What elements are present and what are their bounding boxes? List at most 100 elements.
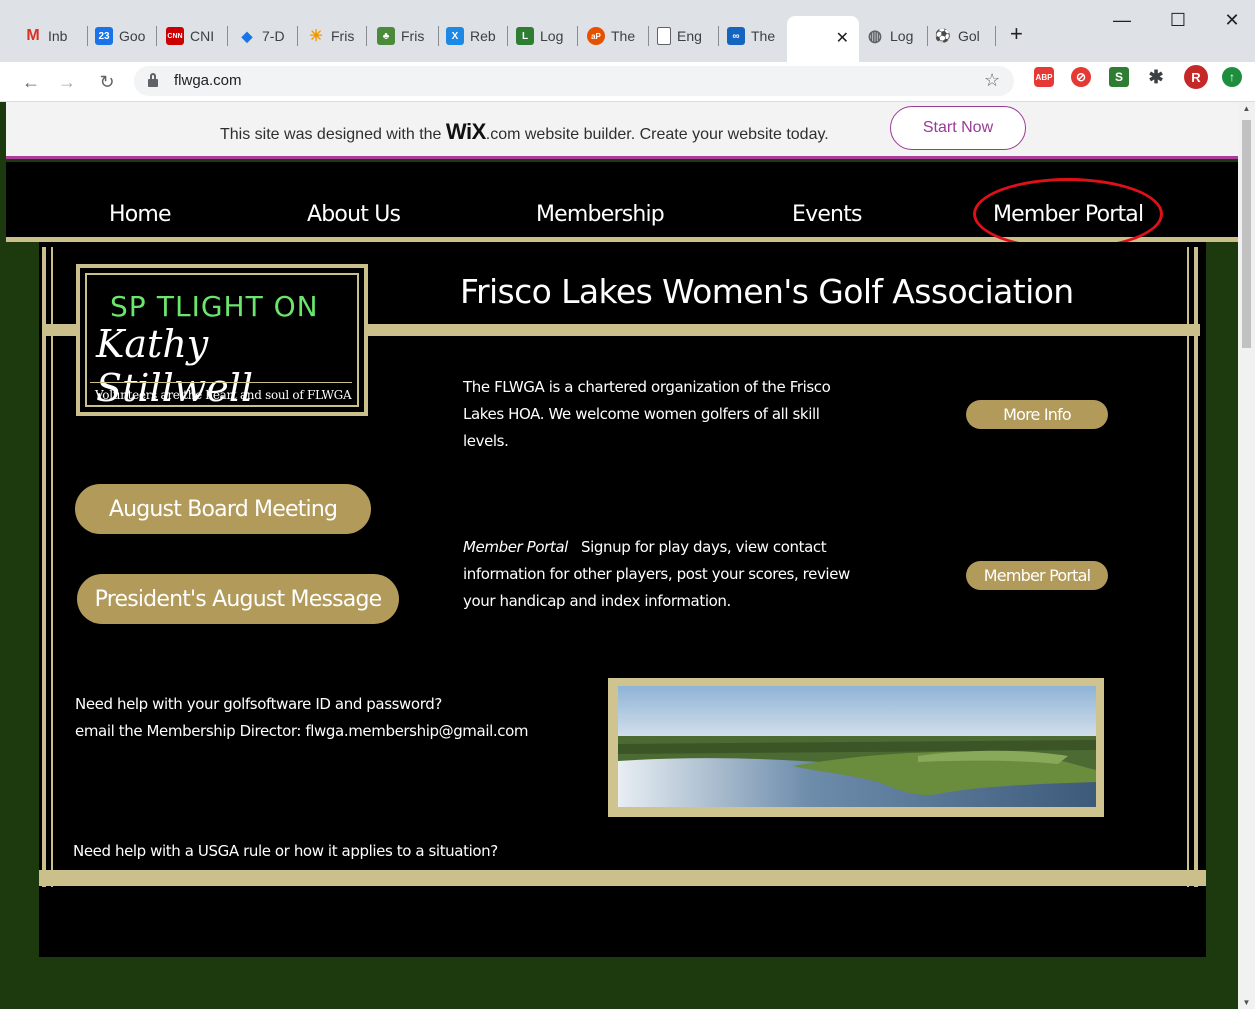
site-navigation: Home About Us Membership Events Member P…: [6, 162, 1240, 250]
tab-gmail[interactable]: M Inb: [24, 24, 88, 48]
tab-weather[interactable]: ◆ 7-D: [238, 24, 298, 48]
back-arrow-icon[interactable]: ←: [20, 68, 42, 96]
tab-eng[interactable]: Eng: [657, 24, 719, 48]
red-annotation-circle: [973, 178, 1163, 250]
tab-frisco-golf[interactable]: ♣ Fris: [377, 24, 439, 48]
tab-label: Gol: [958, 28, 980, 44]
usga-help-text: Need help with a USGA rule or how it app…: [73, 842, 498, 860]
cnn-icon: CNN: [166, 27, 184, 45]
tab-label: Log: [890, 28, 914, 44]
member-portal-button[interactable]: Member Portal: [966, 561, 1108, 590]
forward-arrow-icon[interactable]: →: [56, 68, 78, 96]
tab-label: Reb: [470, 28, 496, 44]
url-text[interactable]: flwga.com: [174, 72, 242, 89]
august-board-meeting-button[interactable]: August Board Meeting: [75, 484, 371, 534]
tab-calendar[interactable]: 23 Goo: [95, 24, 157, 48]
tab-label: Log: [540, 28, 564, 44]
ap-icon: aP: [587, 27, 605, 45]
ext-red-icon[interactable]: ⊘: [1071, 67, 1091, 87]
intro-text: The FLWGA is a chartered organization of…: [463, 378, 831, 450]
tab-label: CNI: [190, 28, 215, 44]
golf-icon: ⚽: [934, 28, 952, 43]
maximize-button[interactable]: ☐: [1168, 10, 1188, 31]
golf-course-photo: [618, 686, 1096, 807]
tab-golf[interactable]: ⚽ Gol: [934, 24, 996, 48]
address-bar[interactable]: flwga.com ☆: [134, 66, 1014, 96]
gmail-icon: M: [26, 27, 40, 44]
ext-green-icon[interactable]: S: [1109, 67, 1129, 87]
browser-tab-strip: M Inb 23 Goo CNN CNI ◆ 7-D ☀ Fris ♣ Fris…: [0, 0, 1255, 62]
spotlight-card[interactable]: SP TLIGHT ON Kathy Stillwell Volunteers …: [76, 264, 368, 416]
page-scrollbar[interactable]: ▲ ▼: [1238, 102, 1255, 1009]
frame-line-right-outer: [1194, 247, 1198, 887]
rebounder-icon: X: [446, 27, 464, 45]
spotlight-tagline: Volunteers are the heart and soul of FLW…: [95, 388, 352, 402]
tab-label: Goo: [119, 28, 146, 44]
frame-band-left: [46, 324, 76, 336]
wix-promo-banner: This site was designed with the WiX.com …: [6, 102, 1240, 159]
nav-about-us[interactable]: About Us: [307, 202, 401, 227]
nav-home[interactable]: Home: [109, 202, 172, 227]
close-window-button[interactable]: ✕: [1222, 10, 1242, 31]
help-line-2[interactable]: email the Membership Director: flwga.mem…: [75, 718, 528, 745]
tab-ap[interactable]: aP The: [587, 24, 649, 48]
tab-label: Eng: [677, 28, 702, 44]
frame-band-bottom: [39, 870, 1206, 886]
portal-description: Member Portal Signup for play days, view…: [463, 534, 873, 615]
wix-text-end: .com website builder. Create your websit…: [485, 126, 829, 143]
help-line-1: Need help with your golfsoftware ID and …: [75, 695, 442, 713]
browser-toolbar: ← → ↻ flwga.com ☆: [0, 62, 1255, 102]
tab-label: The: [751, 28, 776, 44]
tab-the[interactable]: ∞ The: [727, 24, 783, 48]
frame-line-left-outer: [42, 247, 46, 887]
wix-logo: WiX: [445, 119, 486, 144]
calendar-icon: 23: [95, 27, 113, 45]
close-tab-icon[interactable]: ✕: [836, 28, 849, 48]
flickr-icon: ∞: [727, 27, 745, 45]
tab-frisco-weather[interactable]: ☀ Fris: [307, 24, 367, 48]
page-title: Frisco Lakes Women's Golf Association: [460, 272, 1074, 311]
scroll-up-icon[interactable]: ▲: [1238, 104, 1255, 113]
presidents-message-button[interactable]: President's August Message: [77, 574, 399, 624]
tab-log-2[interactable]: ◍ Log: [866, 24, 928, 48]
page-viewport[interactable]: This site was designed with the WiX.com …: [0, 102, 1255, 1009]
bookmark-star-icon[interactable]: ☆: [984, 70, 1000, 91]
tab-label: 7-D: [262, 28, 285, 44]
frame-line-right-inner: [1187, 247, 1189, 887]
frame-band-right: [368, 324, 1200, 336]
frame-line-left-inner: [51, 247, 53, 887]
tab-label: Inb: [48, 28, 68, 44]
tab-cnn[interactable]: CNN CNI: [166, 24, 228, 48]
logo-icon: L: [516, 27, 534, 45]
start-now-button[interactable]: Start Now: [890, 106, 1026, 150]
scrollbar-thumb[interactable]: [1242, 120, 1251, 348]
spotlight-title: SP TLIGHT ON: [110, 290, 319, 323]
document-icon: [657, 27, 671, 45]
nav-events[interactable]: Events: [792, 202, 862, 227]
active-tab[interactable]: ✕: [787, 16, 859, 62]
profile-avatar-icon[interactable]: R: [1184, 65, 1208, 89]
puzzle-icon[interactable]: ✱: [1146, 67, 1166, 87]
portal-label: Member Portal: [463, 538, 568, 556]
update-icon[interactable]: ↑: [1222, 67, 1242, 87]
adblock-icon[interactable]: ABP: [1034, 67, 1054, 87]
golf-course-photo-frame: [608, 678, 1104, 817]
wix-text-start: This site was designed with the: [220, 126, 446, 143]
sun-icon: ☀: [308, 28, 324, 45]
reload-icon[interactable]: ↻: [96, 68, 118, 96]
more-info-button[interactable]: More Info: [966, 400, 1108, 429]
tab-label: The: [611, 28, 636, 44]
weather-icon: ◆: [241, 27, 253, 44]
tab-label: Fris: [401, 28, 425, 44]
lock-icon[interactable]: [148, 73, 158, 87]
globe-icon: ◍: [868, 28, 882, 45]
tab-log[interactable]: L Log: [516, 24, 578, 48]
new-tab-button[interactable]: +: [1010, 22, 1023, 46]
golf-club-icon: ♣: [377, 27, 395, 45]
tab-label: Fris: [331, 28, 355, 44]
minimize-button[interactable]: —: [1112, 10, 1132, 31]
tab-reb[interactable]: X Reb: [446, 24, 508, 48]
scroll-down-icon[interactable]: ▼: [1238, 998, 1255, 1007]
nav-membership[interactable]: Membership: [536, 202, 665, 227]
wix-banner-text: This site was designed with the WiX.com …: [220, 119, 829, 145]
